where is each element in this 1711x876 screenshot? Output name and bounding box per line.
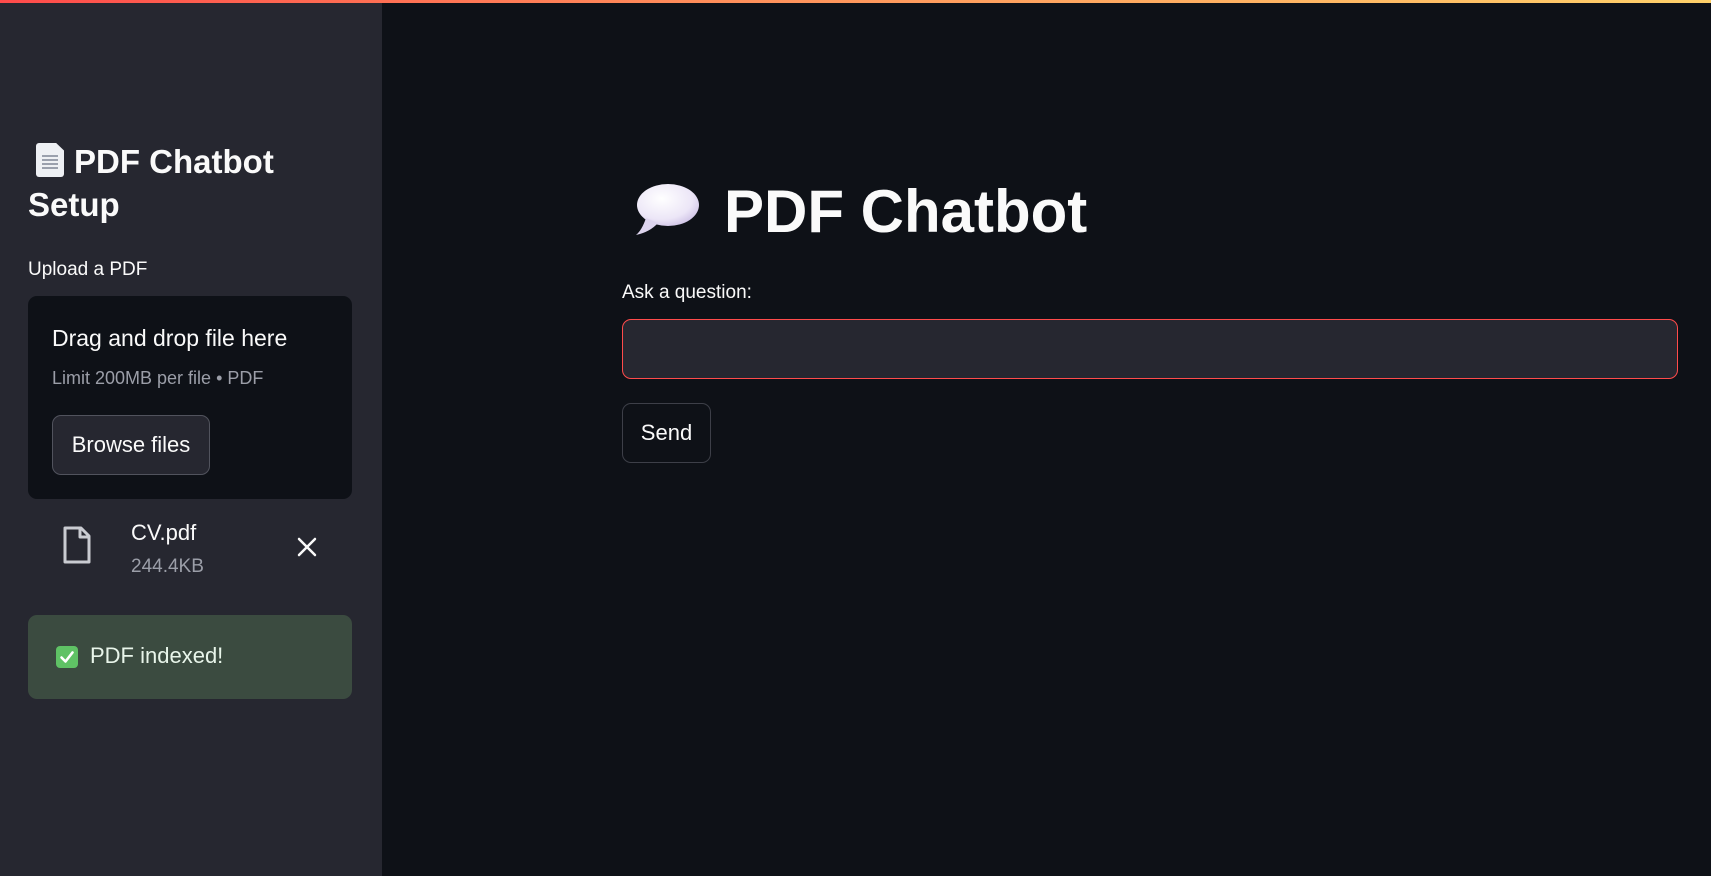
question-label: Ask a question: [622, 282, 752, 303]
sidebar-title: PDF Chatbot Setup [28, 140, 358, 226]
file-icon [63, 526, 91, 564]
browse-files-button[interactable]: Browse files [52, 415, 210, 475]
success-alert: PDF indexed! [28, 615, 352, 699]
sidebar: PDF Chatbot Setup Upload a PDF Drag and … [0, 0, 382, 876]
remove-file-button[interactable] [294, 534, 320, 560]
check-mark-icon [56, 646, 78, 668]
upload-label: Upload a PDF [28, 259, 148, 280]
top-decoration-bar [0, 0, 1711, 3]
success-text: PDF indexed! [90, 643, 224, 668]
close-icon [297, 537, 317, 557]
page-title-text: PDF Chatbot [724, 178, 1088, 245]
file-size: 244.4KB [131, 556, 204, 577]
question-input[interactable] [622, 319, 1678, 379]
speech-balloon-icon [636, 184, 699, 235]
page-title: PDF Chatbot [632, 176, 1087, 248]
dropzone-title: Drag and drop file here [52, 325, 288, 351]
file-name: CV.pdf [131, 520, 197, 545]
sidebar-title-text: PDF Chatbot Setup [28, 143, 274, 223]
uploaded-file-item: CV.pdf 244.4KB [28, 512, 352, 582]
dropzone-limit: Limit 200MB per file • PDF [52, 368, 264, 388]
page-icon [36, 143, 64, 177]
file-dropzone[interactable]: Drag and drop file here Limit 200MB per … [28, 296, 352, 499]
send-button[interactable]: Send [622, 403, 711, 463]
